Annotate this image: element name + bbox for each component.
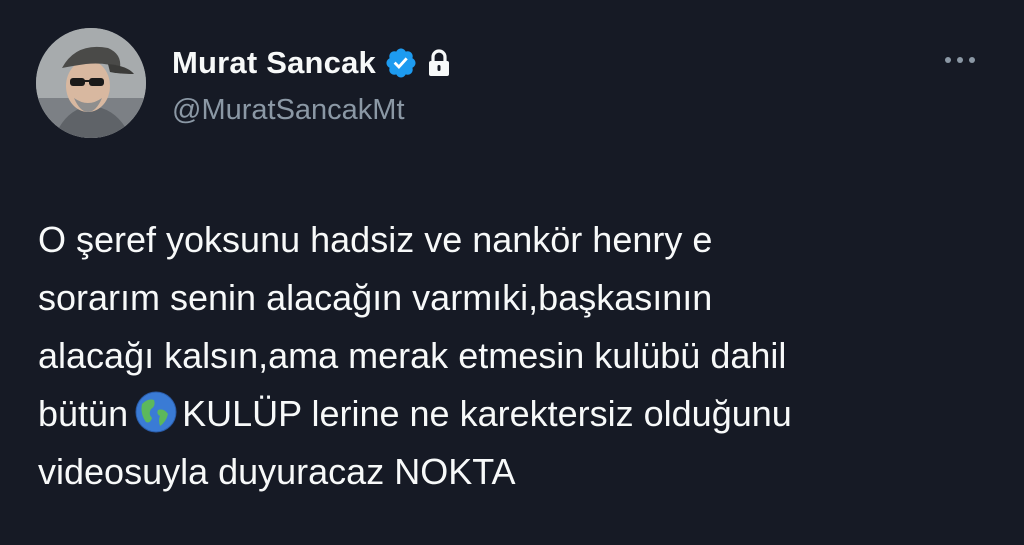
author-display-name[interactable]: Murat Sancak bbox=[172, 45, 376, 81]
tweet-line-part: bütün bbox=[38, 393, 129, 434]
tweet-line: sorarım senin alacağın varmıki,başkasını… bbox=[38, 277, 713, 318]
tweet-line: alacağı kalsın,ama merak etmesin kulübü … bbox=[38, 335, 787, 376]
verified-badge-icon[interactable] bbox=[384, 46, 418, 80]
name-row: Murat Sancak bbox=[172, 44, 452, 82]
avatar-photo bbox=[36, 28, 146, 138]
tweet-line: O şeref yoksunu hadsiz ve nankör henry e bbox=[38, 219, 713, 260]
tweet-line: videosuyla duyuracaz NOKTA bbox=[38, 451, 516, 492]
tweet-line-part: KULÜP lerine ne karektersiz olduğunu bbox=[182, 393, 792, 434]
tweet-line: bütün KULÜP lerine ne karektersiz olduğu… bbox=[38, 385, 998, 443]
author-handle[interactable]: @MuratSancakMt bbox=[172, 94, 452, 127]
globe-americas-icon bbox=[134, 390, 178, 434]
more-options-icon[interactable] bbox=[940, 50, 980, 70]
author-avatar[interactable] bbox=[36, 28, 146, 138]
tweet-card: Murat Sancak @MuratSancakMt O şeref yoks… bbox=[0, 0, 1024, 545]
tweet-text: O şeref yoksunu hadsiz ve nankör henry e… bbox=[38, 211, 998, 501]
tweet-header: Murat Sancak @MuratSancakMt bbox=[172, 44, 452, 127]
protected-lock-icon bbox=[426, 48, 452, 78]
